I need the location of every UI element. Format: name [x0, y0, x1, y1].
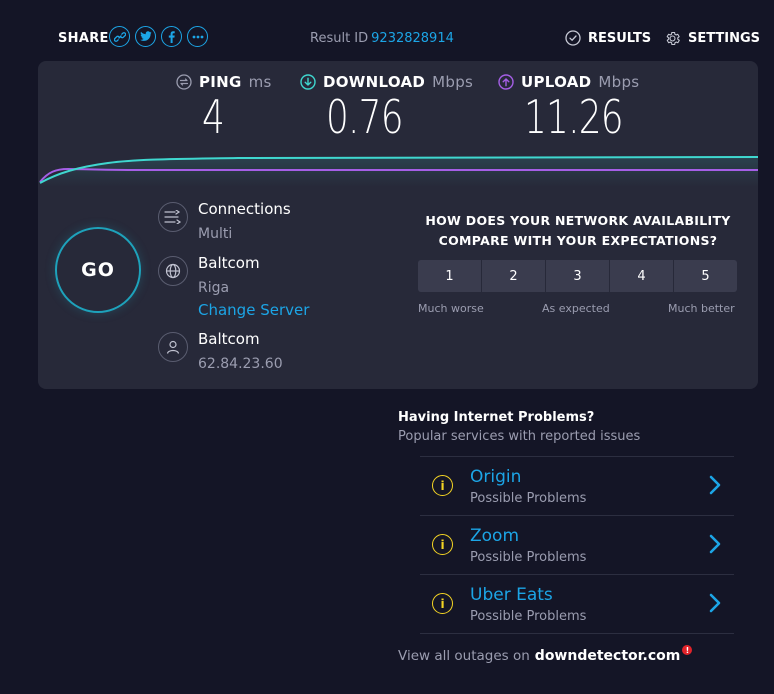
footer-text: View all outages on: [398, 648, 530, 664]
service-row-origin[interactable]: i Origin Possible Problems: [420, 456, 734, 515]
service-name[interactable]: Zoom: [470, 526, 519, 546]
ping-label: PING: [199, 73, 242, 91]
globe-icon: [158, 256, 188, 286]
rating-question: HOW DOES YOUR NETWORK AVAILABILITY COMPA…: [418, 211, 738, 251]
rating-label-mid: As expected: [542, 302, 610, 315]
problems-subtitle: Popular services with reported issues: [398, 429, 641, 444]
download-unit: Mbps: [432, 73, 474, 91]
download-icon: [300, 74, 316, 90]
rating-options: 1 2 3 4 5: [418, 260, 737, 292]
rating-question-line2: COMPARE WITH YOUR EXPECTATIONS?: [438, 233, 718, 248]
service-row-uber-eats[interactable]: i Uber Eats Possible Problems: [420, 574, 734, 634]
problems-title: Having Internet Problems?: [398, 410, 595, 425]
connections-value: Multi: [198, 226, 233, 242]
service-row-zoom[interactable]: i Zoom Possible Problems: [420, 515, 734, 574]
service-status: Possible Problems: [470, 491, 587, 506]
isp-name: Baltcom: [198, 330, 260, 348]
speed-graph: [39, 156, 758, 187]
service-name[interactable]: Uber Eats: [470, 585, 553, 605]
more-icon[interactable]: [187, 26, 208, 47]
info-icon: i: [432, 475, 453, 496]
settings-label: SETTINGS: [688, 31, 761, 46]
settings-button[interactable]: SETTINGS: [664, 30, 760, 47]
alert-icon: !: [682, 645, 693, 655]
rating-option-3[interactable]: 3: [546, 260, 609, 292]
upload-unit: Mbps: [598, 73, 640, 91]
ping-value: 4: [202, 90, 225, 144]
ip-address: 62.84.23.60: [198, 356, 283, 372]
download-metric: DOWNLOAD Mbps 0.76: [300, 73, 473, 141]
share-icons: [109, 26, 208, 47]
service-name[interactable]: Origin: [470, 467, 521, 487]
server-location: Riga: [198, 280, 230, 296]
rating-label-high: Much better: [668, 302, 735, 315]
change-server-link[interactable]: Change Server: [198, 301, 309, 319]
chevron-right-icon[interactable]: [706, 474, 724, 496]
upload-icon: [498, 74, 514, 90]
rating-question-line1: HOW DOES YOUR NETWORK AVAILABILITY: [425, 213, 731, 228]
result-id: Result ID 9232828914: [310, 31, 454, 46]
connections-icon: [158, 202, 188, 232]
chevron-right-icon[interactable]: [706, 533, 724, 555]
internet-problems: Having Internet Problems? Popular servic…: [398, 410, 738, 444]
rating-option-2[interactable]: 2: [482, 260, 545, 292]
ping-metric: PING ms 4: [176, 73, 272, 141]
result-id-label: Result ID: [310, 31, 369, 46]
service-status: Possible Problems: [470, 550, 587, 565]
download-value: 0.76: [326, 90, 404, 144]
download-graph-area: [40, 157, 758, 187]
downdetector-link[interactable]: downdetector.com: [535, 648, 681, 664]
check-circle-icon: [565, 30, 581, 46]
info-icon: i: [432, 593, 453, 614]
upload-label: UPLOAD: [521, 73, 592, 91]
results-label: RESULTS: [588, 30, 652, 46]
gear-icon: [666, 31, 680, 46]
upload-value: 11.26: [524, 90, 624, 144]
downdetector-footer[interactable]: View all outages on downdetector.com !: [398, 645, 693, 664]
facebook-icon[interactable]: [161, 26, 182, 47]
share-label: SHARE: [58, 31, 109, 46]
service-list: i Origin Possible Problems i Zoom Possib…: [420, 456, 734, 634]
chevron-right-icon[interactable]: [706, 592, 724, 614]
user-icon: [158, 332, 188, 362]
info-icon: i: [432, 534, 453, 555]
ping-icon: [176, 74, 192, 90]
rating-option-1[interactable]: 1: [418, 260, 481, 292]
twitter-icon[interactable]: [135, 26, 156, 47]
service-status: Possible Problems: [470, 609, 587, 624]
rating-option-5[interactable]: 5: [674, 260, 737, 292]
go-button[interactable]: GO: [55, 227, 141, 313]
speedtest-panel: PING ms 4 DOWNLOAD Mbps 0.76 UPLOAD Mbps…: [38, 61, 758, 389]
results-button[interactable]: RESULTS: [565, 30, 651, 46]
connections-title: Connections: [198, 200, 291, 218]
link-icon[interactable]: [109, 26, 130, 47]
result-id-link[interactable]: 9232828914: [371, 31, 454, 46]
rating-option-4[interactable]: 4: [610, 260, 673, 292]
ping-unit: ms: [248, 73, 272, 91]
upload-metric: UPLOAD Mbps 11.26: [498, 73, 651, 141]
download-label: DOWNLOAD: [323, 73, 426, 91]
server-name: Baltcom: [198, 254, 260, 272]
rating-label-low: Much worse: [418, 302, 484, 315]
